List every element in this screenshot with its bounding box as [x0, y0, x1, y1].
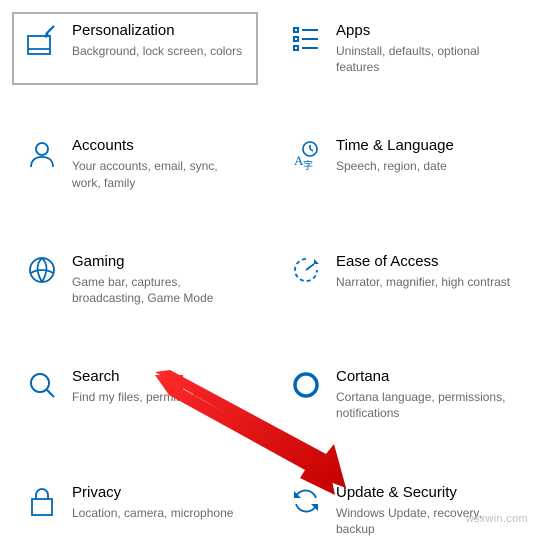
- tile-title: Apps: [336, 22, 512, 39]
- ease-of-access-icon: [282, 253, 330, 285]
- cortana-icon: [282, 368, 330, 400]
- tile-desc: Location, camera, microphone: [72, 505, 248, 521]
- tile-text: Cortana Cortana language, permissions, n…: [330, 368, 512, 421]
- accounts-icon: [18, 137, 66, 169]
- tile-desc: Game bar, captures, broadcasting, Game M…: [72, 274, 248, 306]
- tile-title: Ease of Access: [336, 253, 512, 270]
- tile-title: Privacy: [72, 484, 248, 501]
- tile-desc: Uninstall, defaults, optional features: [336, 43, 512, 75]
- tile-accounts[interactable]: Accounts Your accounts, email, sync, wor…: [12, 127, 258, 200]
- tile-text: Search Find my files, permissions: [66, 368, 248, 405]
- tile-time-language[interactable]: A 字 Time & Language Speech, region, date: [276, 127, 522, 200]
- search-icon: [18, 368, 66, 400]
- tile-title: Search: [72, 368, 248, 385]
- update-security-icon: [282, 484, 330, 516]
- svg-text:字: 字: [303, 159, 313, 171]
- tile-text: Ease of Access Narrator, magnifier, high…: [330, 253, 512, 290]
- tile-gaming[interactable]: Gaming Game bar, captures, broadcasting,…: [12, 243, 258, 316]
- tile-desc: Speech, region, date: [336, 158, 512, 174]
- tile-text: Gaming Game bar, captures, broadcasting,…: [66, 253, 248, 306]
- tile-desc: Background, lock screen, colors: [72, 43, 248, 59]
- tile-desc: Narrator, magnifier, high contrast: [336, 274, 512, 290]
- tile-desc: Find my files, permissions: [72, 389, 248, 405]
- tile-text: Accounts Your accounts, email, sync, wor…: [66, 137, 248, 190]
- tile-privacy[interactable]: Privacy Location, camera, microphone: [12, 474, 258, 547]
- tile-desc: Your accounts, email, sync, work, family: [72, 158, 248, 190]
- tile-text: Time & Language Speech, region, date: [330, 137, 512, 174]
- watermark: wsxwin.com: [466, 513, 528, 525]
- tile-title: Cortana: [336, 368, 512, 385]
- tile-desc: Cortana language, permissions, notificat…: [336, 389, 512, 421]
- tile-text: Apps Uninstall, defaults, optional featu…: [330, 22, 512, 75]
- tile-title: Accounts: [72, 137, 248, 154]
- apps-icon: [282, 22, 330, 54]
- tile-text: Personalization Background, lock screen,…: [66, 22, 248, 59]
- tile-update-security[interactable]: Update & Security Windows Update, recove…: [276, 474, 522, 547]
- tile-apps[interactable]: Apps Uninstall, defaults, optional featu…: [276, 12, 522, 85]
- tile-personalization[interactable]: Personalization Background, lock screen,…: [12, 12, 258, 85]
- gaming-icon: [18, 253, 66, 285]
- tile-title: Gaming: [72, 253, 248, 270]
- personalization-icon: [18, 22, 66, 58]
- settings-grid: Personalization Background, lock screen,…: [12, 12, 522, 547]
- tile-title: Personalization: [72, 22, 248, 39]
- tile-cortana[interactable]: Cortana Cortana language, permissions, n…: [276, 358, 522, 431]
- tile-text: Privacy Location, camera, microphone: [66, 484, 248, 521]
- tile-search[interactable]: Search Find my files, permissions: [12, 358, 258, 431]
- time-language-icon: A 字: [282, 137, 330, 171]
- tile-title: Update & Security: [336, 484, 512, 501]
- privacy-icon: [18, 484, 66, 518]
- tile-title: Time & Language: [336, 137, 512, 154]
- tile-ease-of-access[interactable]: Ease of Access Narrator, magnifier, high…: [276, 243, 522, 316]
